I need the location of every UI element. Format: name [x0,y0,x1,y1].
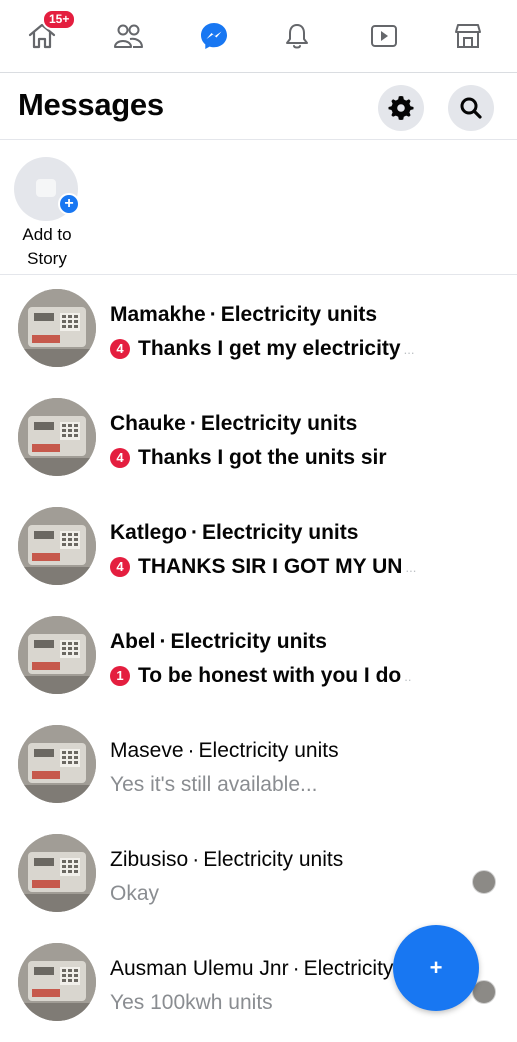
message-preview-row: 4 Thanks I get my electricity ... [110,337,414,361]
listing-topic: Electricity units [220,303,378,326]
listing-topic: Electricity units [170,630,327,653]
title-separator: · [209,303,217,326]
top-navigation-bar: 15+ [0,0,517,73]
contact-name: Abel [110,630,156,653]
conversation-title: Zibusiso · Electricity units [110,848,343,872]
notification-count-badge: 15+ [42,9,77,30]
nav-watch[interactable] [362,14,406,58]
nav-notifications[interactable] [275,14,319,58]
electricity-meter-photo [18,834,96,912]
seen-avatar [472,870,496,894]
electricity-meter-photo [18,943,96,1021]
message-preview-row: Okay [110,882,159,906]
message-preview: Yes it's still available... [110,773,318,796]
add-story-label: Add to Story [22,225,72,268]
message-preview-row: 4 Thanks I got the units sir [110,446,387,470]
unread-count-badge: 4 [110,448,130,468]
unread-count-badge: 4 [110,557,130,577]
marketplace-icon [455,24,481,48]
page-title: Messages [18,87,164,122]
electricity-meter-photo [18,725,96,803]
plus-icon: + [58,193,80,215]
message-preview: Yes 100kwh units [110,991,273,1014]
electricity-meter-photo [18,289,96,367]
message-preview-row: 1 To be honest with you I do .. [110,664,412,688]
listing-topic: Electricity units [202,521,359,544]
new-message-button[interactable]: + [393,925,479,1011]
watch-icon [371,25,397,47]
messenger-icon [201,23,227,49]
contact-avatar [18,398,96,476]
electricity-meter-photo [18,507,96,585]
unread-count-badge: 4 [110,339,130,359]
camera-icon [36,179,56,197]
contact-avatar [18,834,96,912]
nav-marketplace[interactable] [446,14,490,58]
electricity-meter-photo [18,398,96,476]
conversation-title: Katlego · Electricity units [110,521,358,545]
contact-avatar [18,289,96,367]
message-preview: THANKS SIR I GOT MY UN [138,555,403,578]
truncation-dots: ... [403,341,415,357]
gear-icon [388,96,414,120]
truncation-dots: .. [404,668,412,684]
unread-count-badge: 1 [110,666,130,686]
title-separator: · [292,957,300,980]
title-separator: · [191,521,199,544]
truncation-dots: ... [405,559,417,575]
messages-header: Messages [0,74,517,140]
contact-name: Katlego [110,521,188,544]
contact-name: Maseve [110,739,184,762]
conversation-item[interactable]: Maseve · Electricity units Yes it's still … [0,719,517,827]
friends-icon [114,24,143,48]
listing-topic: Electricity units [198,739,339,762]
listing-topic: Electricity units [200,412,358,435]
conversation-item[interactable]: Zibusiso · Electricity units Okay [0,828,517,936]
conversation-title: Mamakhe · Electricity units [110,303,377,327]
title-separator: · [187,739,195,762]
electricity-meter-photo [18,616,96,694]
contact-name: Chauke [110,412,186,435]
conversation-item[interactable]: Katlego · Electricity units 4 THANKS SIR I… [0,501,517,609]
message-preview: Thanks I get my electricity [138,337,401,360]
title-separator: · [159,630,167,653]
message-preview: To be honest with you I do [138,664,402,687]
contact-avatar [18,725,96,803]
search-button[interactable] [448,85,494,131]
contact-name: Zibusiso [110,848,189,871]
contact-name: Ausman Ulemu Jnr [110,957,289,980]
message-preview: Thanks I got the units sir [138,446,387,469]
stories-row: + Add to Story [0,155,517,275]
conversation-item[interactable]: Abel · Electricity units 1 To be honest wi… [0,610,517,718]
conversation-item[interactable]: Mamakhe · Electricity units 4 Thanks I get… [0,283,517,391]
conversation-item[interactable]: Chauke · Electricity units 4 Thanks I got … [0,392,517,500]
conversation-title: Maseve · Electricity units [110,739,339,763]
title-separator: · [189,412,197,435]
conversation-title: Abel · Electricity units [110,630,327,654]
nav-home[interactable]: 15+ [20,9,77,58]
nav-messenger[interactable] [192,14,236,58]
message-preview-row: Yes it's still available... [110,773,318,797]
settings-button[interactable] [378,85,424,131]
message-preview-row: Yes 100kwh units [110,991,273,1015]
contact-avatar [18,616,96,694]
message-preview-row: 4 THANKS SIR I GOT MY UN ... [110,555,416,579]
contact-avatar [18,507,96,585]
title-separator: · [192,848,200,871]
search-icon [460,97,482,119]
conversation-title: Chauke · Electricity units [110,412,357,436]
nav-friends[interactable] [106,14,150,58]
listing-topic: Electricity units [203,848,344,871]
contact-avatar [18,943,96,1021]
bell-icon [286,24,308,49]
contact-name: Mamakhe [110,303,206,326]
message-preview: Okay [110,882,160,905]
